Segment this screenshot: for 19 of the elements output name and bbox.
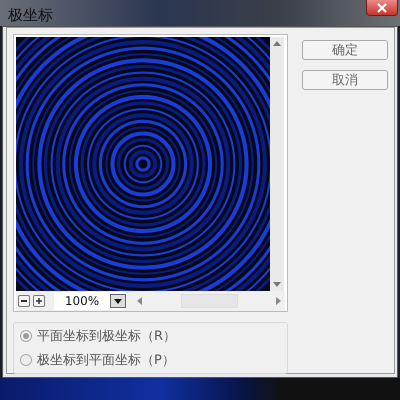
scroll-down-icon[interactable]	[273, 282, 281, 287]
scroll-left-icon[interactable]	[137, 297, 142, 305]
minus-icon	[21, 300, 27, 302]
radio-button[interactable]	[20, 330, 32, 342]
zoom-in-button[interactable]	[33, 295, 45, 307]
scroll-up-icon[interactable]	[273, 41, 281, 46]
scroll-right-icon[interactable]	[276, 297, 281, 305]
close-icon	[377, 2, 387, 12]
ok-button[interactable]: 确定	[302, 40, 388, 60]
plus-icon	[36, 298, 42, 304]
radio-button[interactable]	[20, 354, 32, 366]
caret-icon	[114, 298, 122, 304]
close-button[interactable]	[366, 0, 398, 16]
window-title: 极坐标	[7, 5, 53, 25]
cancel-button[interactable]: 取消	[302, 70, 388, 90]
radio-option[interactable]: 极坐标到平面坐标（P）	[20, 351, 281, 369]
zoom-out-button[interactable]	[18, 295, 30, 307]
dropdown-button[interactable]	[110, 294, 126, 308]
radio-option[interactable]: 平面坐标到极坐标（R）	[20, 327, 281, 345]
